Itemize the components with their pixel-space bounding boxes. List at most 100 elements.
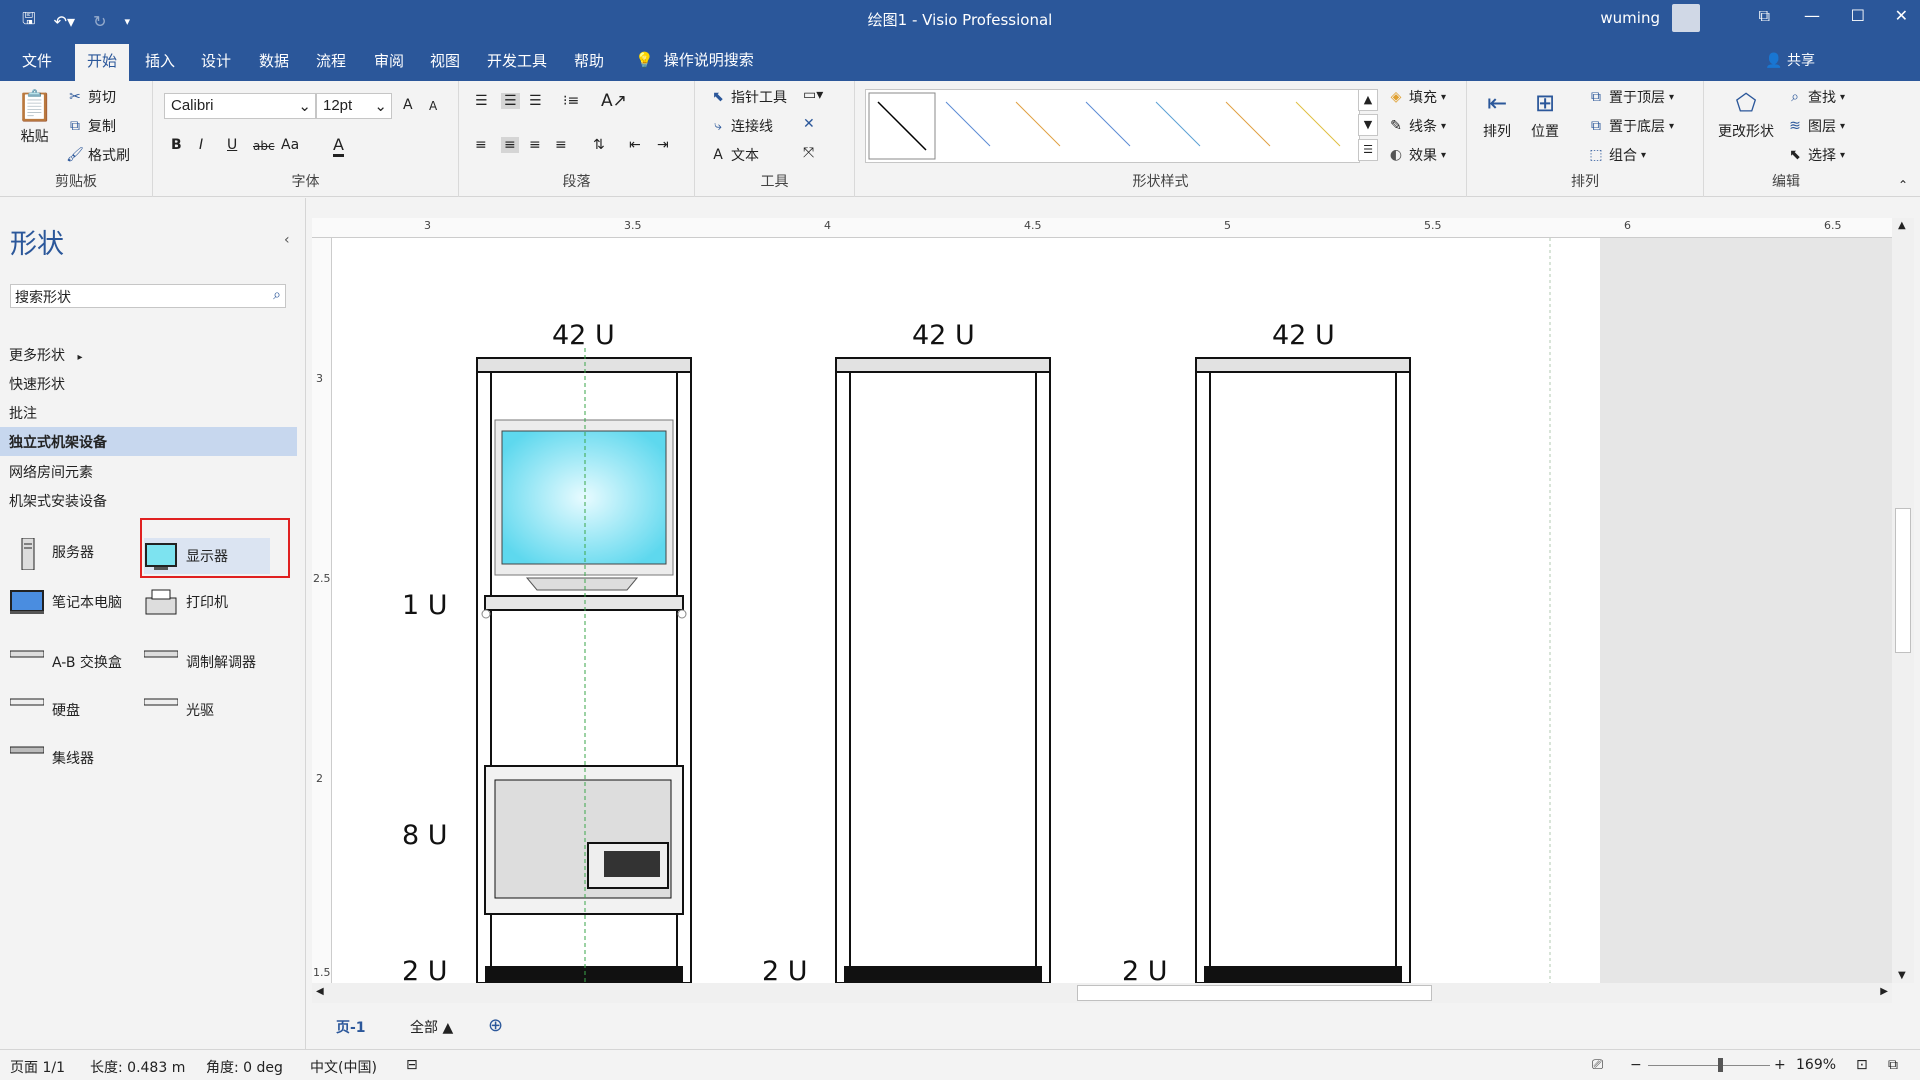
vertical-scroll-thumb[interactable] [1895, 508, 1911, 653]
effects-button[interactable]: ◐ 效果 ▾ [1387, 145, 1446, 165]
align-left-icon[interactable]: ≡ [475, 137, 487, 153]
tab-data[interactable]: 数据 [259, 50, 289, 71]
rack-1-height-label[interactable]: 42 U [552, 320, 615, 351]
shape-optical-drive[interactable]: 光驱 [143, 696, 214, 724]
shrink-font-button[interactable]: A [429, 99, 437, 113]
font-family-select[interactable]: Calibri ⌄ [164, 93, 316, 119]
tab-process[interactable]: 流程 [316, 50, 346, 71]
device-height-label[interactable]: 1 U [402, 590, 448, 621]
stencil-network-room[interactable]: 网络房间元素 [0, 457, 297, 486]
pointer-tool-button[interactable]: ⬉ 指针工具 [709, 87, 787, 107]
monitor-shape[interactable] [481, 419, 687, 619]
change-case-button[interactable]: Aa [281, 137, 299, 153]
scroll-up-icon[interactable]: ▲ [1898, 220, 1906, 231]
shape-server[interactable]: 服务器 [10, 537, 94, 571]
zoom-in-icon[interactable]: + [1774, 1057, 1786, 1073]
avatar[interactable] [1672, 4, 1700, 32]
search-shapes-input[interactable]: 搜索形状 ⌕ [10, 284, 286, 308]
stencil-more-shapes[interactable]: 更多形状 ▸ [0, 340, 297, 369]
font-size-select[interactable]: 12pt ⌄ [316, 93, 392, 119]
shape-monitor[interactable]: 显示器 [144, 538, 270, 574]
bring-to-front-button[interactable]: ⧉ 置于顶层 ▾ [1587, 87, 1674, 107]
bold-button[interactable]: B [171, 137, 182, 153]
change-shape-button[interactable]: ⬠ 更改形状 [1718, 89, 1774, 141]
tab-help[interactable]: 帮助 [574, 50, 604, 71]
zoom-out-icon[interactable]: − [1630, 1057, 1642, 1073]
scroll-down-icon[interactable]: ▼ [1898, 970, 1906, 981]
shape-laptop[interactable]: 笔记本电脑 [10, 588, 122, 616]
scroll-right-icon[interactable]: ▶ [1880, 986, 1888, 997]
connection-point-icon[interactable]: ⤧ [803, 145, 814, 161]
rack-2[interactable] [835, 357, 1051, 984]
text-direction-icon[interactable]: ⇅ [593, 137, 605, 153]
italic-button[interactable]: I [199, 137, 203, 153]
ups-shape[interactable] [484, 765, 684, 915]
justify-icon[interactable]: ≡ [555, 137, 567, 153]
tab-design[interactable]: 设计 [201, 50, 231, 71]
tab-home[interactable]: 开始 [75, 44, 130, 81]
align-right-icon[interactable]: ≡ [529, 137, 541, 153]
drawing-page[interactable]: 42 U 42 U 42 U 1 U 8 U 2 U 2 U 2 U [332, 238, 1600, 987]
send-to-back-button[interactable]: ⧉ 置于底层 ▾ [1587, 116, 1674, 136]
grow-font-button[interactable]: A [403, 97, 413, 113]
switch-windows-icon[interactable]: ⧉ [1888, 1057, 1898, 1073]
search-icon[interactable]: ⌕ [273, 287, 281, 303]
user-name[interactable]: wuming [1600, 9, 1660, 27]
bullets-icon[interactable]: ⁝≡ [563, 93, 579, 109]
gallery-up-icon[interactable]: ▲ [1358, 89, 1378, 111]
stencil-rack-mounted[interactable]: 机架式安装设备 [0, 486, 297, 515]
shape-hub[interactable]: 集线器 [9, 744, 94, 772]
format-painter-button[interactable]: 🖌 格式刷 [66, 145, 130, 165]
all-pages-button[interactable]: 全部 ▲ [410, 1017, 453, 1037]
language-indicator[interactable]: 中文(中国) [310, 1057, 377, 1077]
cut-button[interactable]: ✂ 剪切 [66, 87, 116, 107]
minimize-icon[interactable]: — [1804, 6, 1820, 25]
gallery-more-icon[interactable]: ☰ [1358, 139, 1378, 161]
page-count[interactable]: 页面 1/1 [10, 1057, 65, 1077]
line-button[interactable]: ✎ 线条 ▾ [1387, 116, 1446, 136]
horizontal-scrollbar[interactable]: ◀ ▶ [312, 983, 1892, 1003]
fit-page-icon[interactable]: ⊡ [1856, 1057, 1868, 1073]
connector-button[interactable]: ⤷ 连接线 [709, 116, 773, 136]
font-color-button[interactable]: A [333, 135, 344, 157]
strikethrough-button[interactable]: abc [253, 139, 275, 153]
presentation-mode-icon[interactable]: ⎚ [1592, 1057, 1603, 1073]
rack-1[interactable] [476, 348, 692, 984]
tab-review[interactable]: 审阅 [374, 50, 404, 71]
tab-developer[interactable]: 开发工具 [487, 50, 547, 71]
vertical-scrollbar[interactable]: ▲ ▼ [1892, 218, 1914, 983]
device-height-label[interactable]: 8 U [402, 820, 448, 851]
align-middle-icon[interactable]: ☰ [501, 93, 520, 109]
shape-modem[interactable]: 调制解调器 [143, 648, 256, 676]
fill-button[interactable]: ◈ 填充 ▾ [1387, 87, 1446, 107]
horizontal-scroll-thumb[interactable] [1077, 985, 1432, 1001]
rack-3[interactable] [1195, 357, 1411, 984]
decrease-indent-icon[interactable]: ⇤ [629, 137, 641, 153]
tell-me-search[interactable]: 💡 操作说明搜索 [635, 49, 754, 70]
scroll-left-icon[interactable]: ◀ [316, 986, 324, 997]
zoom-slider-thumb[interactable] [1718, 1058, 1723, 1072]
zoom-level[interactable]: 169% [1796, 1057, 1836, 1073]
maximize-icon[interactable]: ☐ [1851, 6, 1865, 25]
tab-insert[interactable]: 插入 [145, 50, 175, 71]
shape-ab-switch[interactable]: A-B 交换盒 [9, 648, 122, 676]
rectangle-shape-icon[interactable]: ▭▾ [803, 87, 823, 103]
shape-printer[interactable]: 打印机 [144, 588, 228, 616]
close-icon[interactable]: ✕ [1895, 6, 1908, 25]
find-button[interactable]: ⌕ 查找 ▾ [1786, 87, 1845, 107]
position-button[interactable]: ⊞ 位置 [1531, 89, 1559, 141]
zoom-slider[interactable] [1648, 1065, 1770, 1066]
group-button[interactable]: ⬚ 组合 ▾ [1587, 145, 1646, 165]
add-page-icon[interactable]: ⊕ [488, 1015, 503, 1036]
stencil-quick-shapes[interactable]: 快速形状 [0, 369, 297, 398]
text-grow-icon[interactable]: A↗ [601, 91, 627, 111]
tab-view[interactable]: 视图 [430, 50, 460, 71]
align-bottom-icon[interactable]: ☰ [529, 93, 542, 109]
share-button[interactable]: 👤 共享 [1765, 50, 1815, 70]
collapse-pane-icon[interactable]: ‹ [284, 232, 290, 248]
page-tab-1[interactable]: 页-1 [336, 1017, 366, 1037]
tab-file[interactable]: 文件 [22, 50, 52, 71]
align-center-icon[interactable]: ≡ [501, 137, 519, 153]
align-button[interactable]: ⇤ 排列 [1483, 89, 1511, 141]
increase-indent-icon[interactable]: ⇥ [657, 137, 669, 153]
